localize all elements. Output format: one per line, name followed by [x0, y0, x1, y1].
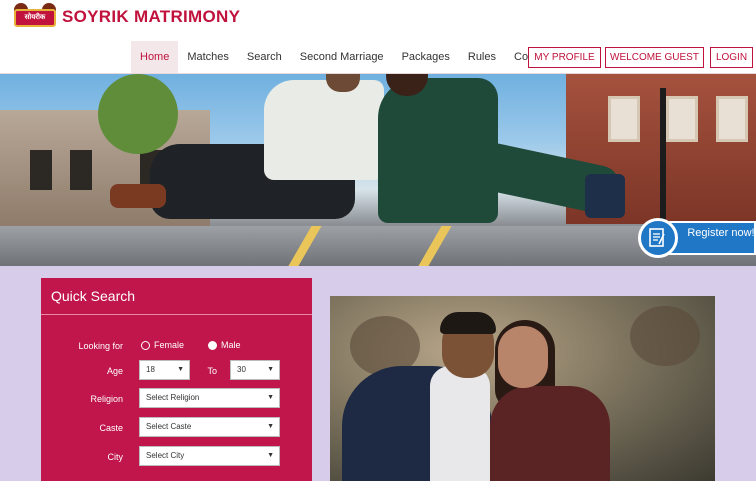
- tree: [98, 74, 178, 154]
- divider: [41, 314, 312, 315]
- site-logo[interactable]: सोयरीक SOYRIK MATRIMONY: [12, 3, 240, 31]
- religion-select[interactable]: Select Religion ▼: [139, 388, 280, 408]
- caret-down-icon: ▼: [267, 394, 274, 401]
- nav-home[interactable]: Home: [131, 41, 179, 73]
- quick-search-title: Quick Search: [51, 288, 136, 304]
- nav-packages[interactable]: Packages: [393, 41, 459, 73]
- male-radio[interactable]: Male: [208, 340, 241, 350]
- site-header: सोयरीक SOYRIK MATRIMONY Home Matches Sea…: [0, 0, 756, 74]
- nav-matches[interactable]: Matches: [178, 41, 238, 73]
- emblem-text: सोयरीक: [24, 14, 46, 21]
- login-button[interactable]: LOGIN: [710, 47, 753, 68]
- age-to-value: 30: [237, 365, 246, 374]
- city-select[interactable]: Select City ▼: [139, 446, 280, 466]
- male-label: Male: [221, 340, 241, 350]
- caste-value: Select Caste: [146, 422, 192, 431]
- age-label: Age: [106, 366, 123, 376]
- my-profile-button[interactable]: MY PROFILE: [528, 47, 601, 68]
- caret-down-icon: ▼: [267, 366, 274, 373]
- radio-selected-icon: [208, 340, 217, 350]
- to-label: To: [207, 366, 217, 376]
- nav-search[interactable]: Search: [238, 41, 291, 73]
- caste-label: Caste: [99, 423, 123, 433]
- nav-second-marriage[interactable]: Second Marriage: [291, 41, 393, 73]
- city-value: Select City: [146, 451, 185, 460]
- religion-label: Religion: [90, 394, 123, 404]
- register-label: Register now!: [687, 227, 755, 239]
- register-now-button[interactable]: Register now!: [638, 218, 756, 258]
- nav-rules[interactable]: Rules: [459, 41, 505, 73]
- religion-value: Select Religion: [146, 393, 200, 402]
- couple-photo: [330, 296, 715, 481]
- form-document-icon: [638, 218, 678, 258]
- hero-banner: Register now!: [0, 74, 756, 266]
- city-label: City: [107, 452, 124, 462]
- street-lamp: [660, 88, 666, 228]
- looking-for-label: Looking for: [78, 341, 123, 351]
- elephant-emblem-icon: सोयरीक: [12, 3, 58, 31]
- welcome-guest-button[interactable]: WELCOME GUEST: [605, 47, 704, 68]
- caret-down-icon: ▼: [267, 452, 274, 459]
- female-label: Female: [154, 340, 185, 350]
- female-radio[interactable]: Female: [141, 340, 184, 350]
- caret-down-icon: ▼: [267, 423, 274, 430]
- radio-unselected-icon: [141, 340, 150, 350]
- age-to-select[interactable]: 30 ▼: [230, 360, 280, 380]
- main-nav: Home Matches Search Second Marriage Pack…: [131, 41, 561, 73]
- content-area: Quick Search Looking for Female Male Age…: [0, 266, 756, 481]
- caste-select[interactable]: Select Caste ▼: [139, 417, 280, 437]
- quick-search-panel: Quick Search Looking for Female Male Age…: [41, 278, 312, 481]
- brand-name: SOYRIK MATRIMONY: [62, 7, 241, 26]
